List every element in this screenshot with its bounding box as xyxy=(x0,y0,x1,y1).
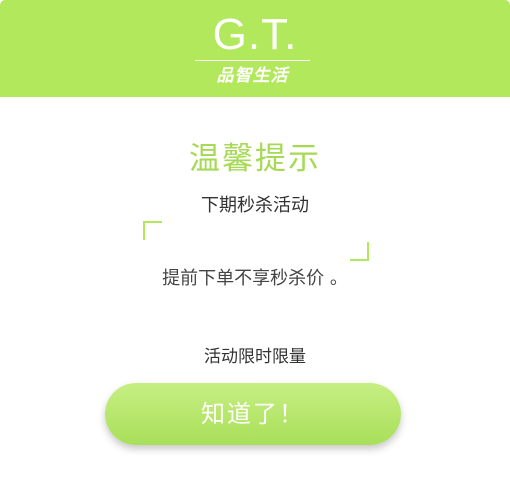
logo-subtext: 品智生活 xyxy=(216,66,289,86)
dialog-subtitle: 下期秒杀活动 xyxy=(201,195,309,216)
bracket-bottom-right-decoration xyxy=(350,242,369,261)
logo-divider xyxy=(195,60,310,61)
gt-logo: G.T. 品智生活 xyxy=(195,10,315,90)
dialog-message: 提前下单不享秒杀价 。 xyxy=(162,268,348,289)
dialog-title: 温馨提示 xyxy=(189,141,321,177)
limit-note: 活动限时限量 xyxy=(204,347,306,367)
logo-text: G.T. xyxy=(212,10,298,59)
bracket-top-left-decoration xyxy=(143,221,162,240)
dialog-header: G.T. 品智生活 xyxy=(0,0,510,97)
confirm-button[interactable]: 知道了！ xyxy=(105,383,401,445)
notice-dialog: G.T. 品智生活 温馨提示 下期秒杀活动 提前下单不享秒杀价 。 活动限时限量… xyxy=(0,0,510,483)
